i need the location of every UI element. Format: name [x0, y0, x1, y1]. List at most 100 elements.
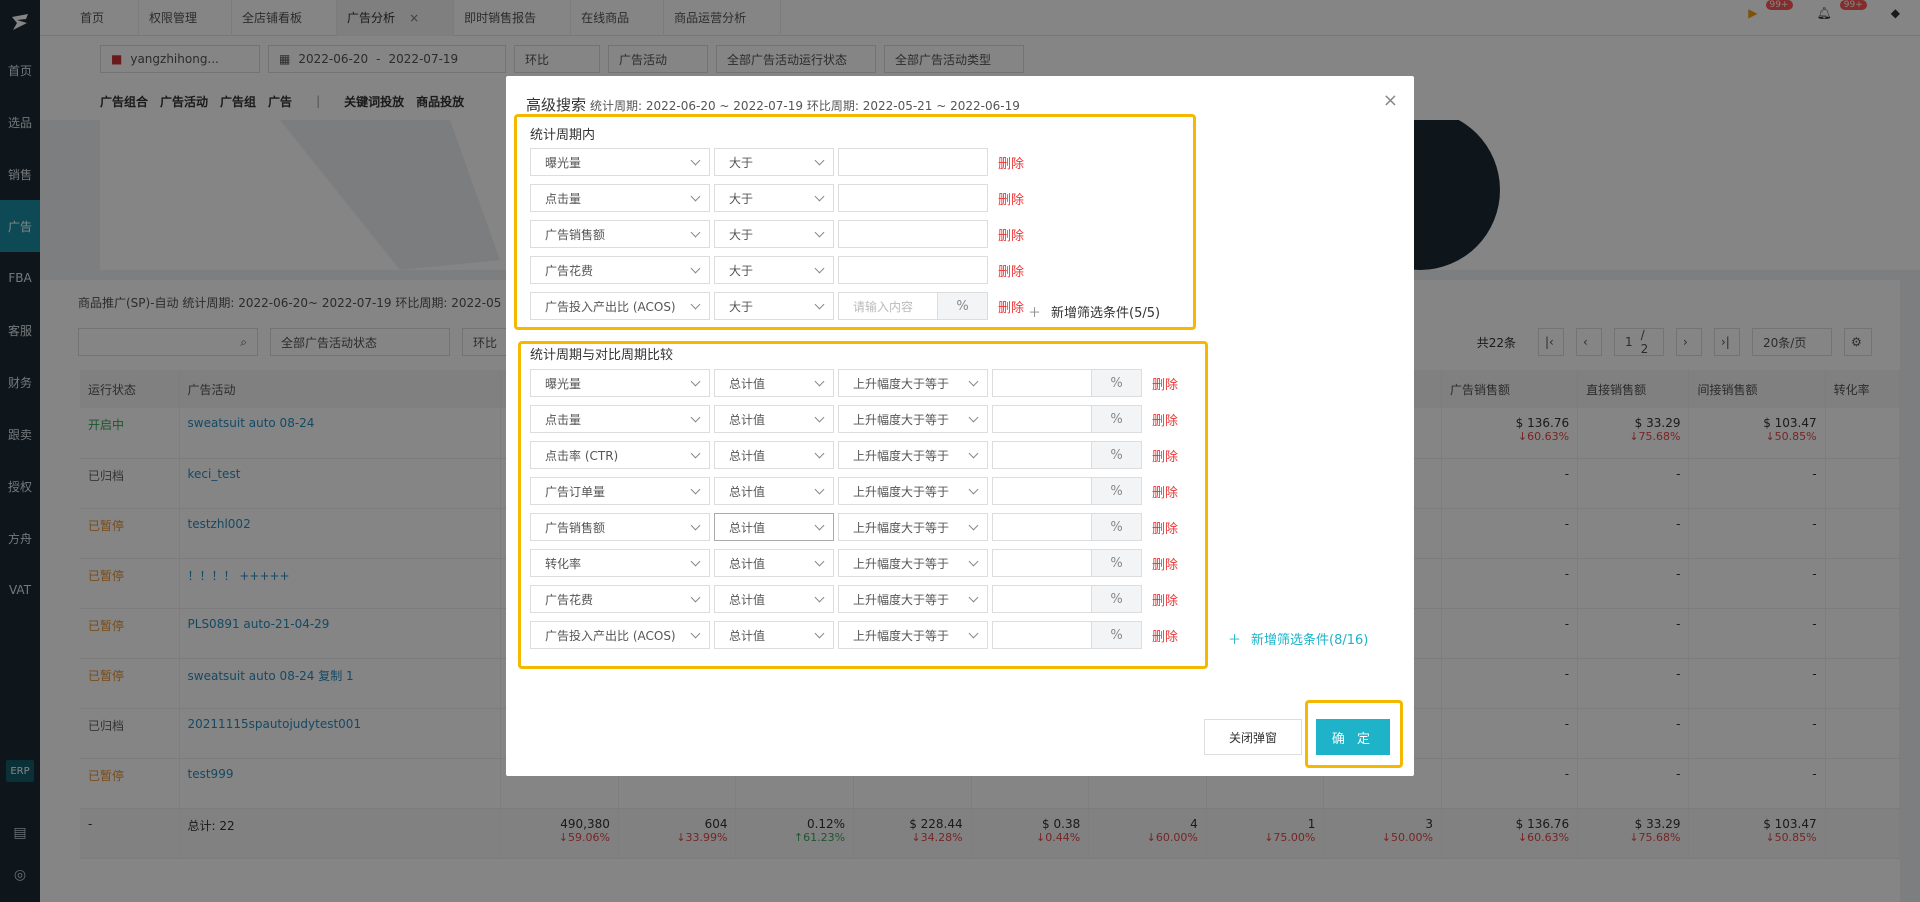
metric-select[interactable]: 广告订单量 — [530, 477, 710, 505]
metric-select[interactable]: 广告销售额 — [530, 220, 710, 248]
metric-select[interactable]: 广告投入产出比 (ACOS) — [530, 292, 710, 320]
compare-filter-row: 广告花费 总计值 上升幅度大于等于 % 删除 — [530, 585, 1178, 613]
chevron-down-icon — [814, 155, 825, 165]
aggregate-select[interactable]: 总计值 — [714, 513, 834, 541]
change-operator-select[interactable]: 上升幅度大于等于 — [838, 369, 988, 397]
delete-link[interactable]: 删除 — [998, 261, 1024, 280]
metric-select[interactable]: 点击量 — [530, 405, 710, 433]
operator-select[interactable]: 大于 — [714, 256, 834, 284]
value-input[interactable]: 请输入内容 — [838, 292, 938, 320]
section2-title: 统计周期与对比周期比较 — [530, 348, 674, 363]
delete-link[interactable]: 删除 — [1152, 590, 1178, 609]
delete-link[interactable]: 删除 — [1152, 374, 1178, 393]
chevron-down-icon — [814, 227, 825, 237]
modal-subtitle: 统计周期: 2022-06-20 ~ 2022-07-19 环比周期: 2022… — [590, 99, 1020, 113]
change-operator-select[interactable]: 上升幅度大于等于 — [838, 513, 988, 541]
chevron-down-icon — [690, 628, 701, 638]
operator-select[interactable]: 大于 — [714, 184, 834, 212]
delete-link[interactable]: 删除 — [1152, 446, 1178, 465]
add-condition-1[interactable]: ＋新增筛选条件(5/5) — [1028, 302, 1160, 321]
chevron-down-icon — [814, 628, 825, 638]
delete-link[interactable]: 删除 — [1152, 410, 1178, 429]
chevron-down-icon — [690, 376, 701, 386]
chevron-down-icon — [814, 263, 825, 273]
chevron-down-icon — [814, 520, 825, 530]
aggregate-select[interactable]: 总计值 — [714, 405, 834, 433]
percent-suffix: % — [1092, 441, 1142, 469]
value-input[interactable] — [992, 585, 1092, 613]
delete-link[interactable]: 删除 — [1152, 554, 1178, 573]
value-input[interactable] — [992, 477, 1092, 505]
chevron-down-icon — [690, 191, 701, 201]
chevron-down-icon — [968, 592, 979, 602]
percent-suffix: % — [1092, 621, 1142, 649]
delete-link[interactable]: 删除 — [998, 189, 1024, 208]
value-input[interactable] — [992, 513, 1092, 541]
change-operator-select[interactable]: 上升幅度大于等于 — [838, 441, 988, 469]
value-input[interactable] — [992, 405, 1092, 433]
operator-select[interactable]: 大于 — [714, 292, 834, 320]
aggregate-select[interactable]: 总计值 — [714, 549, 834, 577]
value-input[interactable] — [838, 256, 988, 284]
value-input[interactable] — [992, 369, 1092, 397]
chevron-down-icon — [690, 556, 701, 566]
close-icon[interactable]: × — [1383, 90, 1398, 111]
delete-link[interactable]: 删除 — [1152, 626, 1178, 645]
chevron-down-icon — [814, 299, 825, 309]
chevron-down-icon — [968, 520, 979, 530]
chevron-down-icon — [690, 448, 701, 458]
value-input[interactable] — [992, 621, 1092, 649]
metric-select[interactable]: 广告花费 — [530, 585, 710, 613]
aggregate-select[interactable]: 总计值 — [714, 441, 834, 469]
advanced-search-modal: 高级搜索 统计周期: 2022-06-20 ~ 2022-07-19 环比周期: … — [506, 76, 1414, 776]
compare-filter-row: 广告订单量 总计值 上升幅度大于等于 % 删除 — [530, 477, 1178, 505]
delete-link[interactable]: 删除 — [1152, 518, 1178, 537]
percent-suffix: % — [1092, 477, 1142, 505]
delete-link[interactable]: 删除 — [998, 225, 1024, 244]
metric-select[interactable]: 点击率 (CTR) — [530, 441, 710, 469]
value-input[interactable] — [838, 220, 988, 248]
operator-select[interactable]: 大于 — [714, 148, 834, 176]
aggregate-select[interactable]: 总计值 — [714, 585, 834, 613]
change-operator-select[interactable]: 上升幅度大于等于 — [838, 405, 988, 433]
aggregate-select[interactable]: 总计值 — [714, 621, 834, 649]
percent-suffix: % — [1092, 405, 1142, 433]
chevron-down-icon — [814, 191, 825, 201]
chevron-down-icon — [690, 227, 701, 237]
chevron-down-icon — [814, 376, 825, 386]
value-input[interactable] — [838, 184, 988, 212]
percent-suffix: % — [1092, 585, 1142, 613]
change-operator-select[interactable]: 上升幅度大于等于 — [838, 549, 988, 577]
compare-filter-row: 点击率 (CTR) 总计值 上升幅度大于等于 % 删除 — [530, 441, 1178, 469]
change-operator-select[interactable]: 上升幅度大于等于 — [838, 585, 988, 613]
metric-select[interactable]: 转化率 — [530, 549, 710, 577]
delete-link[interactable]: 删除 — [1152, 482, 1178, 501]
chevron-down-icon — [968, 448, 979, 458]
metric-select[interactable]: 广告花费 — [530, 256, 710, 284]
metric-select[interactable]: 广告销售额 — [530, 513, 710, 541]
chevron-down-icon — [814, 448, 825, 458]
metric-select[interactable]: 点击量 — [530, 184, 710, 212]
confirm-button[interactable]: 确 定 — [1316, 719, 1390, 755]
close-modal-button[interactable]: 关闭弹窗 — [1204, 719, 1302, 755]
chevron-down-icon — [690, 155, 701, 165]
chevron-down-icon — [968, 412, 979, 422]
add-condition-2[interactable]: ＋新增筛选条件(8/16) — [1228, 629, 1368, 648]
change-operator-select[interactable]: 上升幅度大于等于 — [838, 621, 988, 649]
aggregate-select[interactable]: 总计值 — [714, 477, 834, 505]
value-input[interactable] — [992, 549, 1092, 577]
operator-select[interactable]: 大于 — [714, 220, 834, 248]
aggregate-select[interactable]: 总计值 — [714, 369, 834, 397]
filter-row: 广告销售额 大于 删除 — [530, 220, 1024, 248]
metric-select[interactable]: 曝光量 — [530, 148, 710, 176]
delete-link[interactable]: 删除 — [998, 297, 1024, 316]
metric-select[interactable]: 广告投入产出比 (ACOS) — [530, 621, 710, 649]
delete-link[interactable]: 删除 — [998, 153, 1024, 172]
change-operator-select[interactable]: 上升幅度大于等于 — [838, 477, 988, 505]
value-input[interactable] — [838, 148, 988, 176]
metric-select[interactable]: 曝光量 — [530, 369, 710, 397]
compare-filter-row: 广告投入产出比 (ACOS) 总计值 上升幅度大于等于 % 删除 — [530, 621, 1178, 649]
percent-suffix: % — [1092, 549, 1142, 577]
filter-row: 广告投入产出比 (ACOS) 大于 请输入内容% 删除 — [530, 292, 1024, 320]
value-input[interactable] — [992, 441, 1092, 469]
